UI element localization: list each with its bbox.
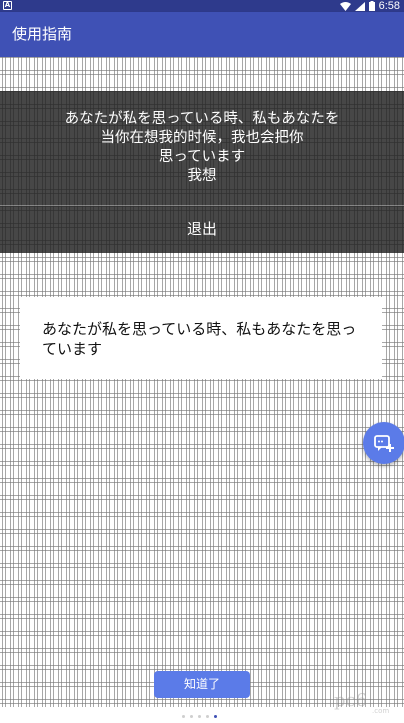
dialog-message: あなたが私を思っている時、私もあなたを 当你在想我的时候，我也会把你 思っていま… bbox=[0, 110, 404, 186]
page-dot[interactable] bbox=[182, 715, 185, 718]
status-time: 6:58 bbox=[378, 0, 400, 12]
got-it-button[interactable]: 知道了 bbox=[154, 671, 250, 698]
dialog-message-line: あなたが私を思っている時、私もあなたを bbox=[64, 111, 340, 127]
add-comment-button[interactable] bbox=[363, 422, 404, 464]
page-indicator bbox=[182, 715, 217, 718]
battery-icon bbox=[368, 1, 375, 11]
card-text: あなたが私を思っている時、私もあなたを思っています bbox=[42, 320, 357, 358]
dialog-message-line: 思っています bbox=[158, 149, 246, 165]
dialog-message-line: 我想 bbox=[187, 168, 217, 184]
page-dot-active[interactable] bbox=[214, 715, 217, 718]
page-title: 使用指南 bbox=[12, 25, 73, 43]
app-bar: 使用指南 bbox=[0, 12, 404, 57]
page-dot[interactable] bbox=[206, 715, 209, 718]
watermark-logo: pc6 bbox=[334, 690, 368, 711]
exit-button[interactable]: 退出 bbox=[0, 206, 404, 253]
text-card: あなたが私を思っている時、私もあなたを思っています bbox=[20, 297, 382, 379]
wifi-icon bbox=[339, 1, 351, 11]
add-comment-icon bbox=[374, 435, 394, 452]
status-icons: 6:58 bbox=[339, 0, 400, 12]
watermark-domain: .com bbox=[372, 707, 390, 715]
notification-icon: A bbox=[3, 1, 12, 10]
signal-icon bbox=[354, 1, 365, 11]
dialog-message-line: 当你在想我的时候，我也会把你 bbox=[100, 130, 304, 146]
page-dot[interactable] bbox=[190, 715, 193, 718]
status-bar: A 6:58 bbox=[0, 0, 404, 12]
page-dot[interactable] bbox=[198, 715, 201, 718]
message-dialog: あなたが私を思っている時、私もあなたを 当你在想我的时候，我也会把你 思っていま… bbox=[0, 91, 404, 253]
